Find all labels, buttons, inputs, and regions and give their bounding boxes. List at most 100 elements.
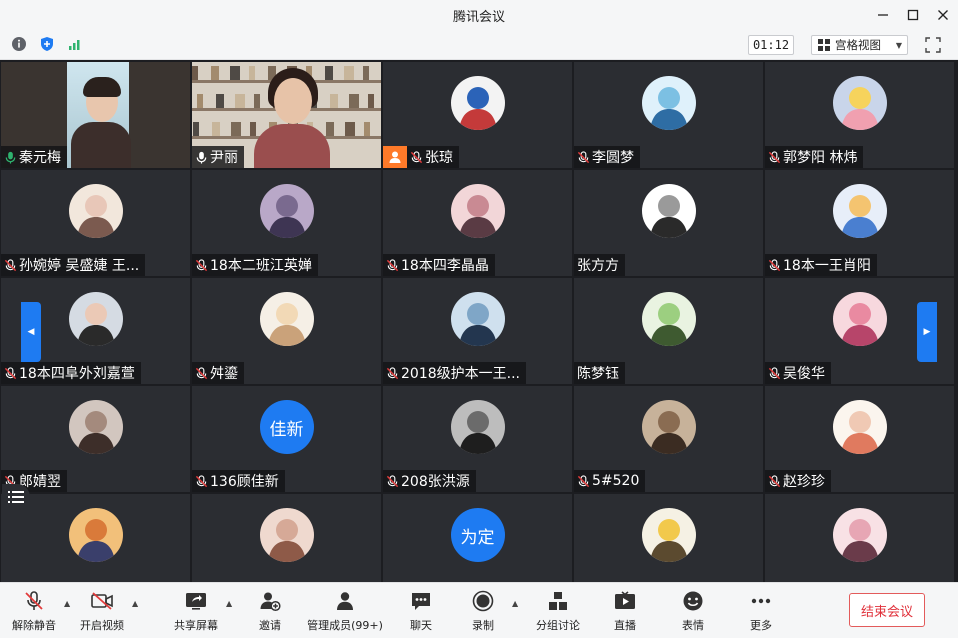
- end-meeting-button[interactable]: 结束会议: [849, 593, 925, 627]
- participant-avatar: [259, 184, 314, 238]
- mic-on-icon: [196, 151, 207, 164]
- video-options-caret[interactable]: ▲: [132, 599, 138, 608]
- participant-name: 18本四阜外刘嘉萱: [19, 366, 135, 382]
- start-video-button[interactable]: 开启视频: [80, 589, 124, 633]
- participant-tile[interactable]: 赵珍珍: [765, 386, 954, 492]
- audio-options-caret[interactable]: ▲: [64, 599, 70, 608]
- participant-tile[interactable]: 郭梦阳 林炜: [765, 62, 954, 168]
- mic-muted-icon: [195, 366, 208, 379]
- list-toggle-button[interactable]: [2, 484, 30, 510]
- breakout-button[interactable]: 分组讨论: [532, 589, 584, 633]
- more-icon: [748, 589, 774, 613]
- participant-tile[interactable]: 18本四李晶晶: [383, 170, 572, 276]
- share-screen-button[interactable]: 共享屏幕: [174, 589, 218, 633]
- participant-name: 郭梦阳 林炜: [783, 150, 858, 166]
- participant-tile[interactable]: 孙婉婷 吴盛婕 王...: [1, 170, 190, 276]
- mic-muted-icon: [768, 150, 781, 163]
- share-options-caret[interactable]: ▲: [226, 599, 232, 608]
- mic-muted-icon: [386, 258, 399, 271]
- participant-grid: 秦元梅 尹丽 张琼 李圆梦 郭梦阳 林炜孙婉婷 吴盛婕 王... 18本二班江英婵 18本四…: [1, 62, 957, 600]
- participant-nameplate: 208张洪源: [383, 470, 476, 492]
- participant-name: 5#520: [592, 473, 640, 489]
- participant-tile[interactable]: 尹丽: [192, 62, 381, 168]
- participant-tile[interactable]: 郎婧翌: [1, 386, 190, 492]
- participant-tile[interactable]: 张琼: [383, 62, 572, 168]
- fullscreen-icon[interactable]: [924, 36, 942, 54]
- participant-name: 136顾佳新: [210, 474, 279, 490]
- chevron-right-icon: ▶: [923, 327, 931, 337]
- participant-avatar: [832, 184, 887, 238]
- manage-members-button[interactable]: 管理成员(99+): [306, 589, 384, 633]
- participant-nameplate: 秦元梅: [1, 146, 67, 168]
- unmute-button[interactable]: 解除静音: [12, 589, 56, 633]
- record-options-caret[interactable]: ▲: [512, 599, 518, 608]
- participant-tile[interactable]: 208张洪源: [383, 386, 572, 492]
- record-button[interactable]: 录制: [466, 589, 500, 633]
- live-button[interactable]: 直播: [608, 589, 642, 633]
- unmute-label: 解除静音: [12, 619, 56, 632]
- participant-avatar: [641, 508, 696, 562]
- mic-muted-icon: [577, 150, 590, 163]
- emoji-icon: [680, 589, 706, 613]
- participant-nameplate: 陈梦钰: [574, 362, 625, 384]
- participant-nameplate: 18本四阜外刘嘉萱: [1, 362, 141, 384]
- participant-tile[interactable]: 佳新 136顾佳新: [192, 386, 381, 492]
- members-icon: [332, 589, 358, 613]
- maximize-icon[interactable]: [904, 6, 922, 24]
- shield-icon[interactable]: [38, 35, 56, 53]
- participant-tile[interactable]: 5#520: [574, 386, 763, 492]
- top-toolbar: 01:12 宫格视图 ▼: [0, 30, 958, 60]
- participant-tile[interactable]: 18本二班江英婵: [192, 170, 381, 276]
- mic-muted-icon: [577, 474, 590, 487]
- chat-button[interactable]: 聊天: [404, 589, 438, 633]
- participant-name: 18本二班江英婵: [210, 258, 312, 274]
- participant-tile[interactable]: 秦元梅: [1, 62, 190, 168]
- meeting-window: 腾讯会议 01:12 宫格视图 ▼ 秦元梅 尹丽 张琼 李圆梦 郭梦阳 林炜 孙…: [0, 0, 958, 638]
- mic-muted-icon: [195, 474, 208, 487]
- participant-avatar: [832, 400, 887, 454]
- participant-tile[interactable]: 张方方: [574, 170, 763, 276]
- window-controls: [874, 0, 952, 30]
- chevron-left-icon: ◀: [27, 327, 35, 337]
- mic-muted-icon: [4, 258, 17, 271]
- more-button[interactable]: 更多: [744, 589, 778, 633]
- next-page-button[interactable]: ▶: [917, 302, 937, 362]
- emoji-button[interactable]: 表情: [676, 589, 710, 633]
- participant-avatar: [641, 400, 696, 454]
- participant-tile[interactable]: 舛鎏: [192, 278, 381, 384]
- participant-name: 孙婉婷 吴盛婕 王...: [19, 258, 140, 274]
- participant-tile[interactable]: 陈梦钰: [574, 278, 763, 384]
- participant-nameplate: 舛鎏: [192, 362, 244, 384]
- participant-nameplate: 张方方: [574, 254, 625, 276]
- participant-name: 李圆梦: [592, 150, 634, 166]
- participant-nameplate: 136顾佳新: [192, 470, 285, 492]
- participant-name: 赵珍珍: [783, 474, 825, 490]
- signal-icon[interactable]: [66, 35, 84, 53]
- record-label: 录制: [472, 619, 494, 632]
- participant-tile[interactable]: 18本一王肖阳: [765, 170, 954, 276]
- participant-name: 18本四李晶晶: [401, 258, 489, 274]
- invite-button[interactable]: 邀请: [250, 589, 290, 633]
- previous-page-button[interactable]: ◀: [21, 302, 41, 362]
- participant-tile[interactable]: 李圆梦: [574, 62, 763, 168]
- minimize-icon[interactable]: [874, 6, 892, 24]
- participant-avatar: [68, 292, 123, 346]
- invite-label: 邀请: [259, 619, 281, 632]
- host-icon: [383, 146, 407, 168]
- close-icon[interactable]: [934, 6, 952, 24]
- share-screen-label: 共享屏幕: [174, 619, 218, 632]
- participant-tile[interactable]: 2018级护本一王...: [383, 278, 572, 384]
- participant-name: 张琼: [425, 150, 453, 166]
- participant-avatar: [259, 292, 314, 346]
- window-title: 腾讯会议: [452, 9, 505, 25]
- participant-avatar: [832, 508, 887, 562]
- mic-muted-icon: [386, 474, 399, 487]
- participant-nameplate: 2018级护本一王...: [383, 362, 526, 384]
- participant-nameplate: 李圆梦: [574, 146, 640, 168]
- mic-on-icon: [5, 151, 16, 164]
- participant-nameplate: 5#520: [574, 470, 646, 492]
- view-mode-dropdown[interactable]: 宫格视图 ▼: [811, 35, 908, 55]
- info-icon[interactable]: [10, 35, 28, 53]
- participant-nameplate: 赵珍珍: [765, 470, 831, 492]
- view-mode-label: 宫格视图: [835, 38, 881, 52]
